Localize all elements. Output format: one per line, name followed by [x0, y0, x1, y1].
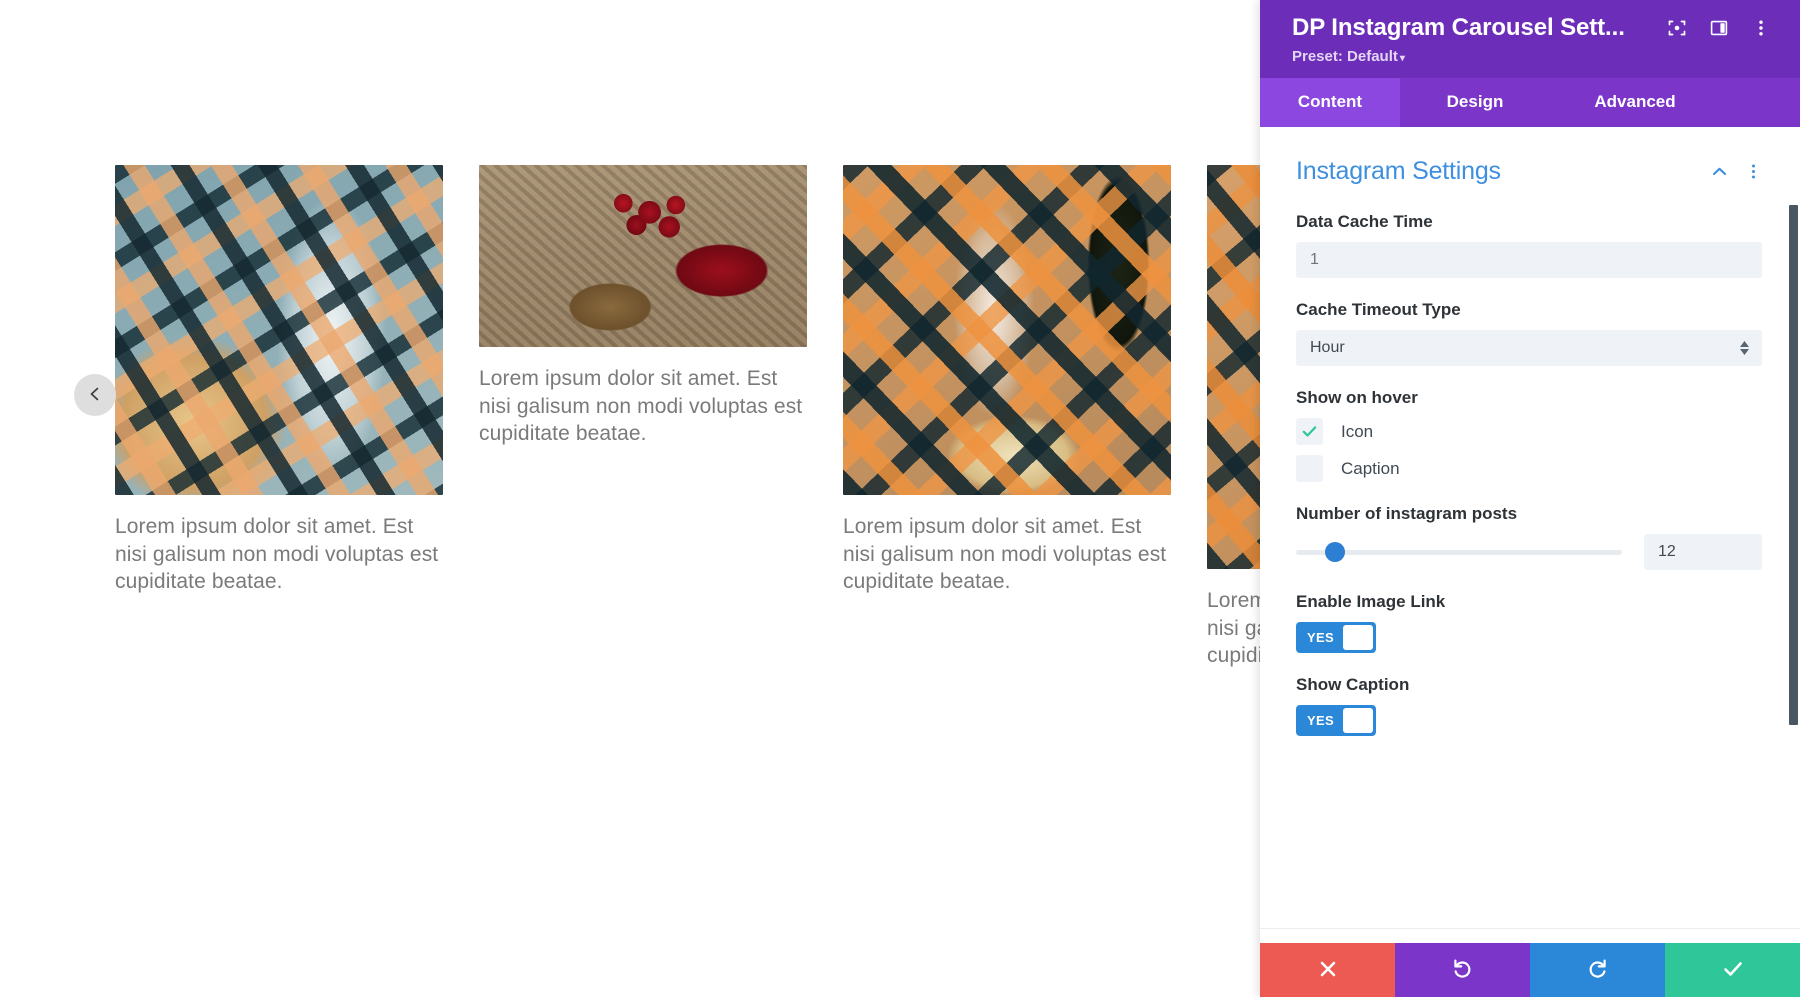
panel-scrollbar[interactable] [1789, 205, 1798, 725]
panel-header-icons [1654, 17, 1772, 39]
slide-image[interactable] [843, 165, 1171, 495]
cache-timeout-type-select[interactable]: Hour [1296, 330, 1762, 366]
tab-advanced[interactable]: Advanced [1550, 78, 1720, 127]
slide-image[interactable] [1207, 165, 1260, 569]
toggle-state-label: YES [1307, 713, 1334, 728]
panel-header: DP Instagram Carousel Sett... Preset: De… [1260, 0, 1800, 78]
checkbox-icon-box[interactable] [1296, 418, 1323, 445]
carousel-slide[interactable]: Lorem ipsum dolor sit amet. Est nisi gal… [843, 165, 1171, 596]
carousel-slide[interactable]: Lorem ipsum dolor sit amet. Est nisi gal… [1207, 165, 1260, 670]
panel-body: Instagram Settings Data Cache Time 1 Cac… [1260, 127, 1800, 928]
carousel-prev-button[interactable] [74, 374, 116, 416]
toggle-knob [1342, 625, 1373, 650]
show-caption-toggle[interactable]: YES [1296, 705, 1376, 736]
focus-target-icon[interactable] [1666, 17, 1688, 39]
data-cache-time-input[interactable] [1296, 242, 1762, 278]
undo-arrow-icon [1451, 957, 1474, 983]
footer-spacer [1260, 929, 1800, 943]
field-enable-image-link: Enable Image Link YES [1296, 592, 1762, 653]
field-cache-timeout-type: Cache Timeout Type Hour [1296, 300, 1762, 366]
checkbox-caption-row[interactable]: Caption [1296, 455, 1762, 482]
close-button[interactable] [1260, 943, 1395, 997]
field-label: Show on hover [1296, 388, 1418, 407]
panel-title: DP Instagram Carousel Sett... [1292, 14, 1625, 41]
slider-thumb[interactable] [1325, 542, 1346, 562]
panel-action-bar [1260, 943, 1800, 997]
chevron-left-icon [87, 386, 103, 405]
page-canvas: Lorem ipsum dolor sit amet. Est nisi gal… [0, 0, 1260, 997]
tab-design[interactable]: Design [1400, 78, 1550, 127]
field-show-caption: Show Caption YES [1296, 675, 1762, 736]
slide-caption: Lorem ipsum dolor sit amet. Est nisi gal… [1207, 589, 1260, 668]
more-vertical-icon[interactable] [1750, 17, 1772, 39]
enable-image-link-toggle[interactable]: YES [1296, 622, 1376, 653]
toggle-state-label: YES [1307, 630, 1334, 645]
preset-label: Preset: Default [1292, 48, 1398, 65]
instagram-carousel: Lorem ipsum dolor sit amet. Est nisi gal… [115, 165, 1260, 670]
layout-panel-icon[interactable] [1708, 17, 1730, 39]
undo-button[interactable] [1395, 943, 1530, 997]
redo-button[interactable] [1530, 943, 1665, 997]
module-settings-panel: DP Instagram Carousel Sett... Preset: De… [1260, 0, 1800, 997]
slide-image[interactable] [479, 165, 807, 347]
chevron-up-icon[interactable] [1710, 162, 1729, 181]
field-label: Data Cache Time [1296, 212, 1433, 231]
field-label: Cache Timeout Type [1296, 300, 1461, 319]
number-of-posts-slider[interactable] [1296, 539, 1622, 565]
check-icon [1302, 426, 1317, 437]
tab-content[interactable]: Content [1260, 78, 1400, 127]
caret-down-icon: ▾ [1399, 53, 1405, 64]
save-button[interactable] [1665, 943, 1800, 997]
field-label: Number of instagram posts [1296, 504, 1518, 523]
checkbox-label: Caption [1341, 458, 1400, 478]
carousel-slide[interactable]: Lorem ipsum dolor sit amet. Est nisi gal… [479, 165, 807, 448]
field-number-of-posts: Number of instagram posts [1296, 504, 1762, 570]
more-vertical-icon[interactable] [1745, 163, 1762, 180]
field-label: Enable Image Link [1296, 592, 1446, 611]
carousel-slide[interactable]: Lorem ipsum dolor sit amet. Est nisi gal… [115, 165, 443, 596]
toggle-knob [1342, 708, 1373, 733]
screen-root: Lorem ipsum dolor sit amet. Est nisi gal… [0, 0, 1800, 997]
section-title: Instagram Settings [1296, 157, 1501, 185]
slide-image[interactable] [115, 165, 443, 495]
redo-arrow-icon [1586, 957, 1609, 983]
field-label: Show Caption [1296, 675, 1410, 694]
preset-selector[interactable]: Preset: Default ▾ [1292, 48, 1772, 65]
check-icon [1721, 957, 1745, 984]
close-x-icon [1317, 958, 1339, 983]
checkbox-icon-row[interactable]: Icon [1296, 418, 1762, 445]
select-value: Hour [1310, 339, 1345, 356]
number-of-posts-value-input[interactable] [1644, 534, 1762, 570]
section-header: Instagram Settings [1296, 157, 1762, 186]
field-show-on-hover: Show on hover Icon Caption [1296, 388, 1762, 482]
checkbox-caption-box[interactable] [1296, 455, 1323, 482]
slide-caption: Lorem ipsum dolor sit amet. Est nisi gal… [115, 515, 439, 594]
slide-caption: Lorem ipsum dolor sit amet. Est nisi gal… [843, 515, 1167, 594]
field-data-cache-time: Data Cache Time [1296, 212, 1762, 278]
slide-caption: Lorem ipsum dolor sit amet. Est nisi gal… [479, 367, 803, 446]
panel-tabs: Content Design Advanced [1260, 78, 1800, 127]
checkbox-label: Icon [1341, 421, 1374, 441]
